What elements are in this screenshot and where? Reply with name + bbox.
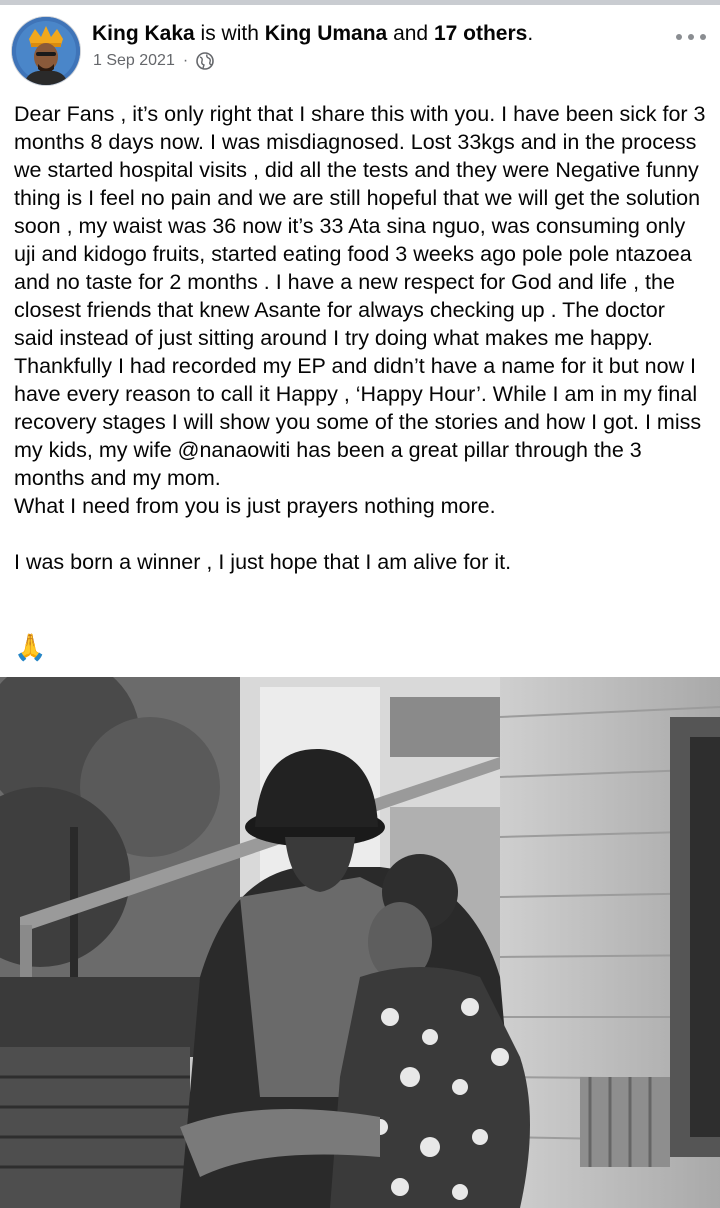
post-author-line: King Kaka is with King Umana and 17 othe…	[92, 21, 533, 47]
tagged-others-link[interactable]: 17 others	[434, 22, 527, 45]
author-name[interactable]: King Kaka	[92, 22, 195, 45]
and-text: and	[387, 22, 434, 45]
more-options-button[interactable]	[676, 27, 706, 47]
dot-icon	[676, 34, 682, 40]
dot-icon	[688, 34, 694, 40]
with-text: is with	[194, 22, 265, 45]
period: .	[527, 22, 534, 45]
dot-icon	[700, 34, 706, 40]
meta-separator: ·	[182, 52, 189, 69]
tagged-person[interactable]: King Umana	[265, 22, 388, 45]
post-date[interactable]: 1 Sep 2021	[93, 52, 175, 70]
prayer-emoji: 🙏	[14, 632, 47, 662]
post-body: Dear Fans , it’s only right that I share…	[14, 102, 706, 574]
post-header: King Kaka is with King Umana and 17 othe…	[0, 5, 720, 89]
globe-icon	[196, 52, 214, 70]
post-meta: 1 Sep 2021 ·	[93, 52, 214, 70]
author-avatar[interactable]	[12, 17, 80, 85]
post-photo[interactable]	[0, 677, 720, 1208]
